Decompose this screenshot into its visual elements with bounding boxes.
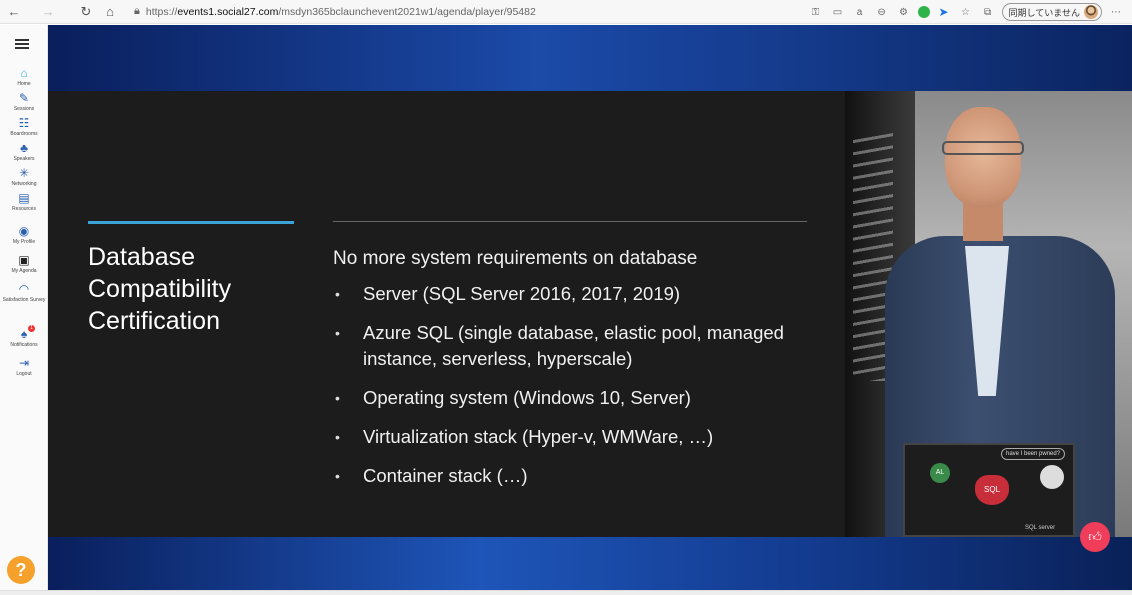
browser-toolbar: ← → ↻ ⌂ 🔒︎ https://events1.social27.com/… <box>0 0 1132 24</box>
slide-divider <box>333 221 807 222</box>
home-icon: ⌂ <box>20 66 28 80</box>
hamburger-menu-icon[interactable] <box>15 39 29 49</box>
sync-label: 同期していません <box>1008 7 1080 18</box>
sidebar-item-my-agenda[interactable]: ▣ My Agenda <box>0 253 48 274</box>
notification-badge: 1 <box>28 325 35 332</box>
collections-icon[interactable]: ⧉ <box>980 4 996 20</box>
speaker-icon: ♣ <box>20 141 28 155</box>
background-banner-top <box>48 25 1132 91</box>
more-icon[interactable]: ⋯ <box>1108 4 1124 20</box>
green-extension-icon[interactable] <box>917 6 930 18</box>
calendar-icon: ▣ <box>18 253 30 267</box>
extension-icon[interactable]: ⚙ <box>896 4 912 20</box>
slide-bullet: Azure SQL (single database, elastic pool… <box>333 320 813 372</box>
slide-bullet: Operating system (Windows 10, Server) <box>333 385 813 411</box>
refresh-icon[interactable]: ↻ <box>76 2 96 22</box>
networking-icon: ✳ <box>18 166 30 180</box>
laptop-sticker-text: SQL server <box>1025 525 1056 531</box>
sidebar-item-satisfaction-survey[interactable]: ◠ Satisfaction Survey <box>0 282 48 303</box>
avatar <box>1084 5 1098 19</box>
logout-icon: ⇥ <box>18 356 30 370</box>
sidebar-item-sessions[interactable]: ✎ Sessions <box>0 91 48 112</box>
back-icon[interactable]: ← <box>4 2 24 22</box>
key-icon[interactable]: ⚿ <box>808 4 824 20</box>
laptop: have I been pwned? AL SQL SQL server <box>903 443 1075 537</box>
home-browser-icon[interactable]: ⌂ <box>100 2 120 22</box>
thumbs-up-icon: 👍︎ <box>1088 529 1102 544</box>
laptop-sticker-pill: have I been pwned? <box>1001 448 1066 460</box>
speaker-head <box>945 107 1021 207</box>
presentation-slide: Database Compatibility Certification No … <box>48 91 845 537</box>
address-bar[interactable]: 🔒︎ https://events1.social27.com/msdyn365… <box>134 2 814 22</box>
laptop-sticker-al: AL <box>930 463 950 483</box>
url-text: https://events1.social27.com/msdyn365bcl… <box>145 5 536 18</box>
laptop-sticker-ring <box>1040 465 1064 489</box>
survey-icon: ◠ <box>18 282 30 296</box>
speaker-video: have I been pwned? AL SQL SQL server <box>845 91 1132 537</box>
reader-icon[interactable]: ▭ <box>830 4 846 20</box>
sidebar-item-networking[interactable]: ✳ Networking <box>0 166 48 187</box>
slide-heading: No more system requirements on database <box>333 248 698 269</box>
browser-tools: ⚿ ▭ a ⊖ ⚙ ➤ ☆ ⧉ 同期していません ⋯ <box>808 2 1124 22</box>
sidebar-item-home[interactable]: ⌂ Home <box>0 66 48 87</box>
zoom-icon[interactable]: ⊖ <box>874 4 890 20</box>
video-player[interactable]: Database Compatibility Certification No … <box>48 25 1132 590</box>
read-aloud-icon[interactable]: a <box>852 4 868 20</box>
slide-bullet: Virtualization stack (Hyper-v, WMWare, …… <box>333 424 813 450</box>
sidebar-item-boardrooms[interactable]: ☷ Boardrooms <box>0 116 48 137</box>
sidebar-item-logout[interactable]: ⇥ Logout <box>0 356 48 377</box>
sidebar-item-my-profile[interactable]: ◉ My Profile <box>0 224 48 245</box>
sidebar-item-resources[interactable]: ▤ Resources <box>0 191 48 212</box>
horizontal-scrollbar[interactable] <box>0 590 1132 595</box>
profile-icon: ◉ <box>18 224 30 238</box>
sidebar-item-notifications[interactable]: ♠ 1 Notifications <box>0 325 48 348</box>
sync-status-button[interactable]: 同期していません <box>1001 3 1102 21</box>
sidebar-item-speakers[interactable]: ♣ Speakers <box>0 141 48 162</box>
laptop-sticker-sql: SQL <box>975 475 1009 505</box>
app-sidebar: ⌂ Home ✎ Sessions ☷ Boardrooms ♣ Speaker… <box>0 25 48 595</box>
slide-bullet: Server (SQL Server 2016, 2017, 2019) <box>333 281 813 307</box>
resources-icon: ▤ <box>18 191 30 205</box>
favorites-icon[interactable]: ☆ <box>958 4 974 20</box>
speaker-glasses <box>942 141 1024 155</box>
forward-icon[interactable]: → <box>38 2 58 22</box>
lock-icon: 🔒︎ <box>134 5 140 17</box>
pen-icon: ✎ <box>18 91 30 105</box>
slide-title: Database Compatibility Certification <box>88 243 232 335</box>
help-button[interactable]: ? <box>7 556 35 584</box>
background-banner-bottom <box>48 537 1132 590</box>
blue-extension-icon[interactable]: ➤ <box>936 4 952 20</box>
slide-accent-line <box>88 221 294 224</box>
boardroom-icon: ☷ <box>18 116 30 130</box>
slide-bullet: Container stack (…) <box>333 463 813 489</box>
slide-bullet-list: Server (SQL Server 2016, 2017, 2019) Azu… <box>333 281 813 502</box>
like-button[interactable]: 👍︎ <box>1080 522 1110 552</box>
